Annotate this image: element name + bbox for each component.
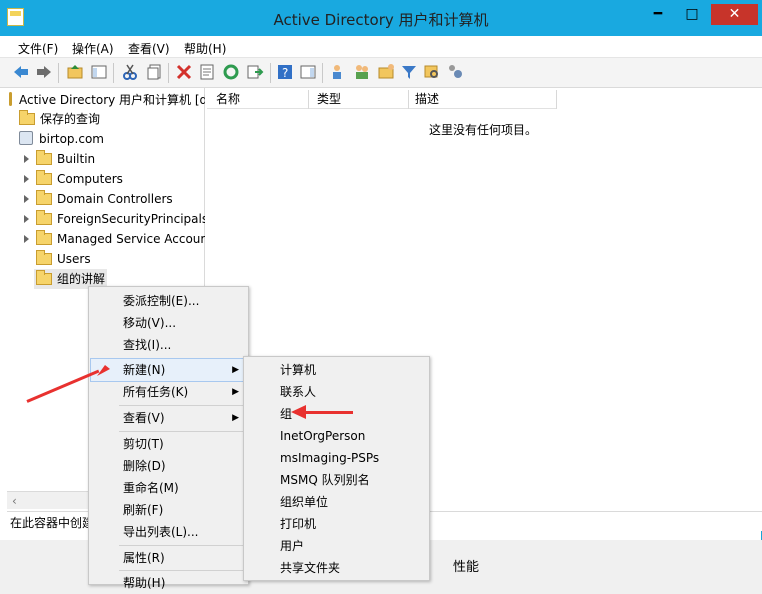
menu-item-all-tasks[interactable]: 所有任务(K) ▶ bbox=[91, 381, 246, 403]
filter-icon[interactable] bbox=[400, 63, 418, 81]
menu-item-rename[interactable]: 重命名(M) bbox=[91, 477, 246, 499]
menu-item-export-list[interactable]: 导出列表(L)... bbox=[91, 521, 246, 543]
submenu-item-shared-folder[interactable]: 共享文件夹 bbox=[246, 557, 427, 579]
submenu-arrow-icon: ▶ bbox=[232, 365, 239, 375]
copy-icon[interactable] bbox=[145, 63, 163, 81]
forward-arrow-icon[interactable] bbox=[35, 63, 53, 81]
folder-icon bbox=[36, 170, 52, 185]
folder-icon bbox=[36, 190, 52, 205]
root-icon bbox=[9, 92, 12, 106]
menu-item-properties[interactable]: 属性(R) bbox=[91, 547, 246, 569]
folder-icon bbox=[19, 110, 35, 125]
tree-item-saved-queries[interactable]: 保存的查询 bbox=[19, 109, 100, 129]
submenu-item-user[interactable]: 用户 bbox=[246, 535, 427, 557]
back-arrow-icon[interactable] bbox=[12, 63, 30, 81]
tree-item-computers[interactable]: Computers bbox=[24, 169, 123, 189]
menu-item-move[interactable]: 移动(V)... bbox=[91, 312, 246, 334]
tree-item-users[interactable]: Users bbox=[36, 249, 91, 269]
description-column-header[interactable]: 描述 bbox=[409, 90, 557, 109]
new-submenu: 计算机 联系人 组 InetOrgPerson msImaging-PSPs M… bbox=[243, 356, 430, 581]
minimize-button[interactable]: ━ bbox=[643, 4, 673, 25]
cut-icon[interactable] bbox=[121, 63, 139, 81]
tree-item-domain-controllers[interactable]: Domain Controllers bbox=[24, 189, 173, 209]
submenu-item-computer[interactable]: 计算机 bbox=[246, 359, 427, 381]
tree-root[interactable]: Active Directory 用户和计算机 [d bbox=[9, 90, 205, 110]
folder-icon bbox=[36, 150, 52, 165]
toolbar: ? bbox=[0, 58, 762, 88]
menu-view[interactable]: 查看(V) bbox=[128, 40, 170, 57]
expand-arrow-icon[interactable] bbox=[24, 215, 29, 223]
submenu-arrow-icon: ▶ bbox=[232, 387, 239, 397]
new-ou-icon[interactable] bbox=[377, 63, 395, 81]
submenu-item-msimaging-psps[interactable]: msImaging-PSPs bbox=[246, 447, 427, 469]
expand-arrow-icon[interactable] bbox=[24, 175, 29, 183]
expand-arrow-icon[interactable] bbox=[24, 235, 29, 243]
folder-icon bbox=[36, 270, 52, 285]
find-objects-icon[interactable] bbox=[423, 63, 441, 81]
menu-action[interactable]: 操作(A) bbox=[72, 40, 114, 57]
submenu-item-printer[interactable]: 打印机 bbox=[246, 513, 427, 535]
menu-file[interactable]: 文件(F) bbox=[18, 40, 58, 57]
column-headers: 名称 类型 描述 bbox=[207, 90, 557, 109]
submenu-item-msmq-queue-alias[interactable]: MSMQ 队列别名 bbox=[246, 469, 427, 491]
red-arrowhead-icon bbox=[291, 405, 306, 419]
new-user-icon[interactable] bbox=[329, 63, 347, 81]
tree-item-managed-service-accounts[interactable]: Managed Service Accour bbox=[24, 229, 205, 249]
folder-icon bbox=[36, 210, 52, 225]
tree-item-domain[interactable]: birtop.com bbox=[19, 129, 104, 149]
export-list-icon[interactable] bbox=[246, 63, 264, 81]
folder-icon bbox=[36, 230, 52, 245]
title-bar: Active Directory 用户和计算机 ━ □ ✕ bbox=[0, 0, 762, 36]
menu-item-refresh[interactable]: 刷新(F) bbox=[91, 499, 246, 521]
delete-icon[interactable] bbox=[175, 63, 193, 81]
up-folder-icon[interactable] bbox=[66, 63, 84, 81]
name-column-header[interactable]: 名称 bbox=[207, 90, 309, 109]
scroll-left-arrow-icon[interactable]: ‹ bbox=[12, 494, 17, 508]
menu-help[interactable]: 帮助(H) bbox=[184, 40, 226, 57]
submenu-item-organizational-unit[interactable]: 组织单位 bbox=[246, 491, 427, 513]
action-pane-icon[interactable] bbox=[299, 63, 317, 81]
folder-icon bbox=[36, 250, 52, 265]
svg-text:?: ? bbox=[282, 66, 288, 80]
empty-list-message: 这里没有任何项目。 bbox=[429, 123, 538, 137]
new-group-icon[interactable] bbox=[353, 63, 371, 81]
tree-item-foreign-security-principals[interactable]: ForeignSecurityPrincipals bbox=[24, 209, 205, 229]
expand-arrow-icon[interactable] bbox=[24, 195, 29, 203]
menu-bar: 文件(F) 操作(A) 查看(V) 帮助(H) bbox=[0, 36, 762, 58]
menu-item-find[interactable]: 查找(I)... bbox=[91, 334, 246, 356]
refresh-icon[interactable] bbox=[222, 63, 240, 81]
status-text: 在此容器中创建 bbox=[10, 516, 95, 530]
add-to-group-icon[interactable] bbox=[446, 63, 464, 81]
background-performance-text: 性能 bbox=[453, 560, 480, 575]
menu-item-new[interactable]: 新建(N) ▶ bbox=[90, 358, 247, 382]
menu-item-help[interactable]: 帮助(H) bbox=[91, 572, 246, 594]
submenu-item-group[interactable]: 组 bbox=[246, 403, 427, 425]
help-icon[interactable]: ? bbox=[276, 63, 294, 81]
submenu-arrow-icon: ▶ bbox=[232, 413, 239, 423]
menu-item-delete[interactable]: 删除(D) bbox=[91, 455, 246, 477]
close-button[interactable]: ✕ bbox=[711, 4, 758, 25]
menu-item-view[interactable]: 查看(V) ▶ bbox=[91, 407, 246, 429]
domain-icon bbox=[19, 131, 33, 145]
tree-item-builtin[interactable]: Builtin bbox=[24, 149, 95, 169]
show-console-tree-icon[interactable] bbox=[90, 63, 108, 81]
menu-item-cut[interactable]: 剪切(T) bbox=[91, 433, 246, 455]
type-column-header[interactable]: 类型 bbox=[309, 90, 409, 109]
properties-icon[interactable] bbox=[198, 63, 216, 81]
submenu-item-contact[interactable]: 联系人 bbox=[246, 381, 427, 403]
red-arrowhead-icon bbox=[97, 365, 110, 376]
expand-arrow-icon[interactable] bbox=[24, 155, 29, 163]
menu-item-delegate-control[interactable]: 委派控制(E)... bbox=[91, 290, 246, 312]
maximize-button[interactable]: □ bbox=[677, 4, 707, 25]
context-menu: 委派控制(E)... 移动(V)... 查找(I)... 新建(N) ▶ 所有任务… bbox=[88, 286, 249, 590]
submenu-item-inetorgperson[interactable]: InetOrgPerson bbox=[246, 425, 427, 447]
